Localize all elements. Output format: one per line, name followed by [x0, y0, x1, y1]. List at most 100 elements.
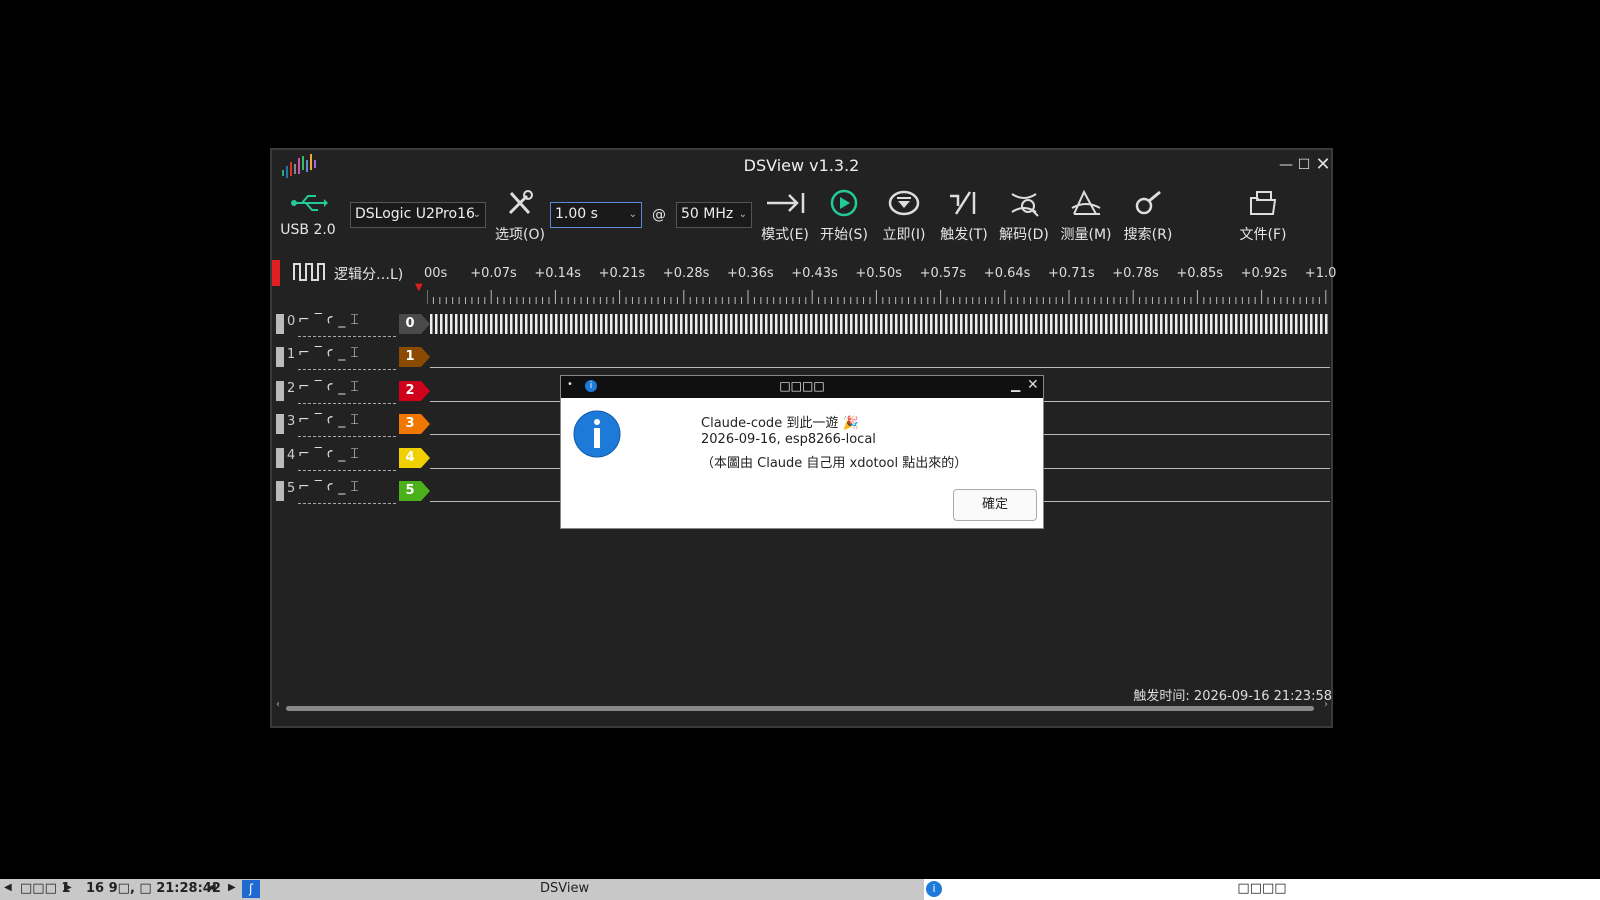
channel-row[interactable]: 1 ⌐‾ꜥ_⌶ 1: [272, 343, 1332, 373]
mode-button[interactable]: 模式(E): [756, 188, 814, 244]
decode-icon: [1011, 193, 1039, 217]
ruler-tick-label: +0.14s: [534, 266, 582, 281]
ruler-tick-label: +0.28s: [662, 266, 710, 281]
channel-drag-handle[interactable]: [276, 414, 284, 435]
ok-button[interactable]: 確定: [953, 489, 1037, 521]
dialog-title-bar[interactable]: • i □□□□ ▁ ✕: [561, 376, 1043, 398]
prev-workspace-icon[interactable]: ◀: [4, 882, 12, 893]
search-label: 搜索(R): [1123, 227, 1173, 243]
ruler-tick-label: +0.92s: [1240, 266, 1288, 281]
scroll-left-icon[interactable]: ‹: [276, 699, 280, 710]
next-task-icon[interactable]: ▶: [228, 882, 236, 893]
logic-wave-icon: [293, 263, 325, 281]
ruler-tick-label: +0.64s: [983, 266, 1031, 281]
ruler-tick-label: +0.57s: [919, 266, 967, 281]
channel-waveform-line: [430, 367, 1330, 369]
channel-tag[interactable]: 5: [399, 481, 430, 501]
measure-label: 测量(M): [1060, 227, 1112, 243]
channel-index: 0: [287, 314, 296, 329]
dialog-minimize-button[interactable]: ▁: [1011, 378, 1020, 392]
channel-tag[interactable]: 3: [399, 414, 430, 435]
scroll-right-icon[interactable]: ›: [1324, 699, 1328, 710]
channel-tag[interactable]: 2: [399, 380, 430, 401]
channel-tag[interactable]: 1: [399, 347, 430, 368]
measure-button[interactable]: 测量(M): [1056, 188, 1116, 244]
channel-index: 4: [287, 447, 296, 463]
ruler-tick-label: +0.21s: [598, 266, 646, 281]
at-sign: @: [652, 207, 666, 223]
channel-index: 2: [287, 380, 296, 396]
maximize-button[interactable]: ☐: [1295, 156, 1313, 174]
edge-trigger-selector[interactable]: ⌐‾ꜥ_⌶: [298, 312, 396, 337]
file-button[interactable]: 文件(F): [1234, 188, 1292, 244]
file-label: 文件(F): [1239, 227, 1287, 243]
workspace-label[interactable]: □□□ 1: [20, 881, 70, 896]
instant-capture-icon: [888, 190, 920, 216]
dialog-message-line1: Claude-code 到此一遊 🎉: [701, 416, 859, 431]
channel-index: 3: [287, 414, 296, 430]
channel-drag-handle[interactable]: [276, 314, 284, 334]
ruler-tick-label: +0.85s: [1176, 266, 1224, 281]
usb-label: USB 2.0: [280, 222, 336, 238]
edge-trigger-selector[interactable]: ⌐‾ꜥ_⌶: [298, 479, 396, 504]
ruler-tick-label: +1.0: [1304, 266, 1337, 281]
close-button[interactable]: ✕: [1314, 156, 1332, 174]
ruler-tick-label: +0.50s: [855, 266, 903, 281]
group-color-bar: [272, 260, 280, 286]
channel-tag[interactable]: 0: [399, 314, 430, 334]
window-title: DSView v1.3.2: [743, 156, 860, 175]
duration-select[interactable]: 1.00 s ⌄: [550, 202, 642, 228]
edge-trigger-selector[interactable]: ⌐‾ꜥ_⌶: [298, 412, 396, 438]
compass-ruler-icon: [1071, 189, 1101, 215]
next-workspace-icon[interactable]: ▶: [64, 882, 72, 893]
info-icon: [573, 410, 621, 458]
channel-row[interactable]: 0 ⌐‾ꜥ_⌶ 0: [272, 310, 1332, 340]
edge-trigger-selector[interactable]: ⌐‾ꜥ_⌶: [298, 379, 396, 404]
instant-label: 立即(I): [882, 227, 926, 243]
minimize-button[interactable]: —: [1277, 156, 1295, 174]
search-button[interactable]: 搜索(R): [1118, 188, 1178, 244]
ruler-tick-label: +0.36s: [727, 266, 774, 281]
device-select[interactable]: DSLogic U2Pro16 ⌄: [350, 202, 486, 228]
device-value: DSLogic U2Pro16: [355, 206, 475, 222]
horizontal-scrollbar[interactable]: ‹ ›: [276, 699, 1328, 712]
decode-button[interactable]: 解码(D): [996, 188, 1052, 244]
group-label[interactable]: 逻辑分…L): [334, 264, 403, 284]
usb-status: USB 2.0: [278, 190, 338, 238]
search-icon: [1135, 190, 1161, 215]
dsview-app-icon[interactable]: ʃ: [242, 880, 260, 898]
start-button[interactable]: 开始(S): [816, 188, 872, 244]
folder-icon: [1250, 191, 1277, 215]
channel-tag[interactable]: 4: [399, 447, 430, 468]
channel-drag-handle[interactable]: [276, 347, 284, 368]
wrench-screwdriver-icon: [508, 190, 533, 215]
dialog-close-button[interactable]: ✕: [1027, 377, 1039, 393]
ruler-ticks: [427, 290, 1327, 304]
dialog-title: □□□□: [779, 379, 825, 393]
trigger-icon: [950, 191, 976, 215]
trigger-time: 触发时间: 2026-09-16 21:23:58: [1133, 689, 1332, 704]
edge-trigger-selector[interactable]: ⌐‾ꜥ_⌶: [298, 345, 396, 371]
prev-task-icon[interactable]: ◀: [208, 882, 216, 893]
rate-select[interactable]: 50 MHz ⌄: [676, 202, 752, 228]
title-bar[interactable]: DSView v1.3.2 — ☐ ✕: [272, 150, 1331, 184]
cursor-marker-icon[interactable]: ▼: [415, 282, 423, 293]
scrollbar-thumb[interactable]: [286, 706, 1314, 711]
dialog-message-line2: 2026-09-16, esp8266-local: [701, 432, 876, 447]
channel-drag-handle[interactable]: [276, 380, 284, 401]
channel-drag-handle[interactable]: [276, 481, 284, 501]
ruler-tick-label: +0.07s: [470, 266, 517, 281]
channel-drag-handle[interactable]: [276, 447, 284, 468]
dialog-message-line3: （本圖由 Claude 自己用 xdotool 點出來的）: [701, 456, 968, 471]
task-dialog-title: □□□□: [1237, 881, 1287, 896]
rate-value: 50 MHz: [681, 206, 734, 222]
trigger-button[interactable]: 触发(T): [936, 188, 992, 244]
edge-trigger-selector[interactable]: ⌐‾ꜥ_⌶: [298, 446, 396, 471]
task-dsview[interactable]: DSView: [540, 881, 589, 896]
task-dialog-active[interactable]: i □□□□: [924, 879, 1600, 900]
options-button[interactable]: 选项(O): [492, 188, 548, 244]
instant-button[interactable]: 立即(I): [876, 188, 932, 244]
taskbar: ◀ □□□ 1 ▶ 16 9□, □ 21:28:42 ◀ ▶ ʃ DSView…: [0, 879, 1600, 900]
ruler-tick-label: +0.43s: [791, 266, 838, 281]
options-label: 选项(O): [495, 227, 545, 243]
